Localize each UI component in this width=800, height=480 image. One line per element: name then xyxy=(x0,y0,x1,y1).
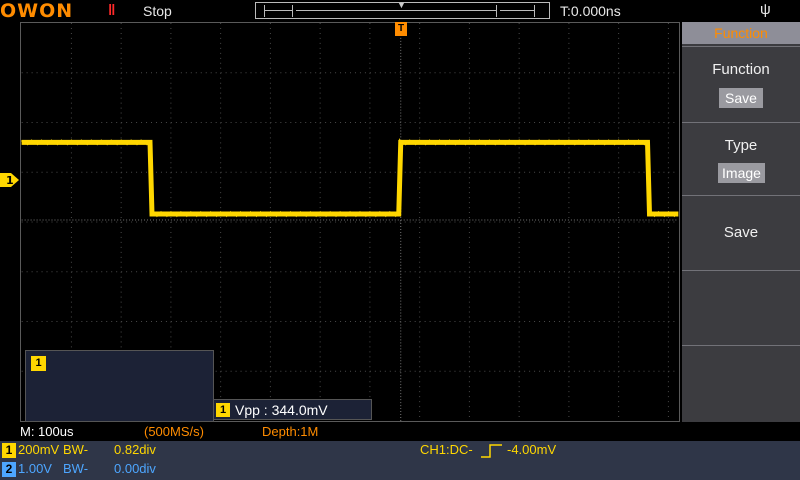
pause-icon[interactable]: ‖ xyxy=(108,2,115,20)
ch1-scale: 200mV xyxy=(18,442,60,457)
brand-logo: OWON xyxy=(0,0,74,22)
waveform-noise xyxy=(21,138,677,218)
trigger-level: -4.00mV xyxy=(507,442,557,457)
menu-item-type[interactable]: Type Image xyxy=(682,122,800,195)
run-state-label: Stop xyxy=(143,3,172,19)
sample-rate-readout: (500MS/s) xyxy=(144,424,204,439)
menu-item-value: Save xyxy=(719,88,763,108)
timebase-readout: M: 100us xyxy=(20,424,74,439)
ch2-scale: 1.00V xyxy=(18,461,52,476)
menu-item-save[interactable]: Save xyxy=(682,195,800,270)
trigger-position-marker[interactable]: T xyxy=(395,22,407,36)
time-offset-readout: T:0.000ns xyxy=(560,3,621,19)
ch1-level-marker[interactable]: 1 xyxy=(0,172,20,188)
menu-item-function[interactable]: Function Save xyxy=(682,46,800,122)
ch2-tag: 2 xyxy=(2,462,16,477)
menu-item-empty-5[interactable] xyxy=(682,345,800,422)
menu-item-value: Image xyxy=(718,163,765,183)
ch1-bandwidth: BW- xyxy=(63,442,89,457)
function-menu: Function Function Save Type Image Save xyxy=(682,22,800,422)
ch2-position: 0.00div xyxy=(114,461,156,476)
channel-1-tag: 1 xyxy=(216,403,230,417)
ch1-marker-label: 1 xyxy=(6,174,14,187)
usb-icon: ψ xyxy=(760,1,771,18)
ch1-tag: 1 xyxy=(2,443,16,458)
channel-status-panel: 1 200mV BW- 0.82div 2 1.00V BW- 0.00div … xyxy=(0,441,800,480)
ch2-bandwidth: BW- xyxy=(63,461,89,476)
square-wave xyxy=(21,139,679,217)
vpp-value: Vpp : 344.0mV xyxy=(235,402,328,418)
menu-item-label: Function xyxy=(712,61,770,78)
menu-item-label: Type xyxy=(724,137,758,154)
menu-title: Function xyxy=(682,22,800,44)
menu-item-label: Save xyxy=(723,224,759,241)
measurement-readout: 1 Vpp : 344.0mV xyxy=(213,399,372,420)
trigger-source: CH1:DC- xyxy=(420,442,473,457)
ch1-waveform-trace xyxy=(21,138,679,218)
memory-position-marker: ▼ xyxy=(397,0,406,10)
top-status-bar: OWON ‖ Stop ▼ T:0.000ns ψ xyxy=(0,0,800,22)
measurement-window[interactable]: 1 xyxy=(25,350,214,422)
timebase-status-row: M: 100us (500MS/s) Depth:1M xyxy=(0,422,800,441)
menu-item-empty-4[interactable] xyxy=(682,270,800,345)
memory-position-bar: ▼ xyxy=(255,0,550,19)
channel-1-tag: 1 xyxy=(31,356,46,371)
ch1-position: 0.82div xyxy=(114,442,156,457)
rising-edge-icon xyxy=(481,444,502,458)
memory-depth-readout: Depth:1M xyxy=(262,424,319,439)
